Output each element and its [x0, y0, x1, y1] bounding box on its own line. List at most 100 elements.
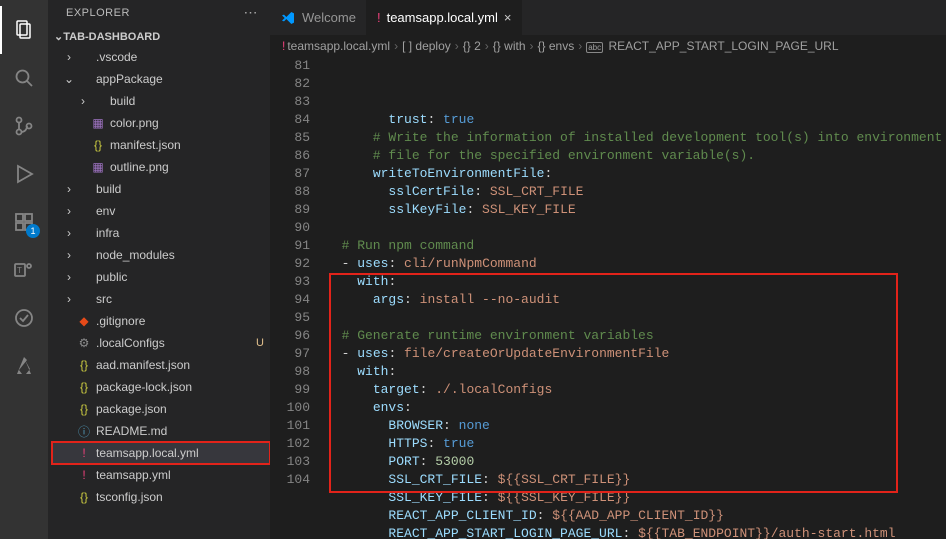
section-title[interactable]: ⌄ TAB-DASHBOARD	[48, 27, 270, 46]
chevron-icon: ›	[62, 226, 76, 240]
folder-icon	[76, 49, 92, 65]
azure-icon[interactable]	[0, 342, 48, 390]
extensions-icon[interactable]: 1	[0, 198, 48, 246]
tree-item[interactable]: ⚙ .localConfigsU	[52, 332, 270, 354]
tree-item[interactable]: ⓘ README.md	[52, 420, 270, 442]
chevron-icon: ⌄	[62, 72, 76, 86]
breadcrumb-item[interactable]: {} envs	[538, 39, 575, 53]
tree-item[interactable]: {}package.json	[52, 398, 270, 420]
tab-label: teamsapp.local.yml	[387, 10, 498, 25]
tree-label: env	[96, 204, 264, 218]
folder-icon	[76, 247, 92, 263]
modified-mark: U	[256, 337, 264, 349]
yml-icon: !	[76, 467, 92, 483]
img-icon: ▦	[90, 115, 106, 131]
tree-item[interactable]: ! teamsapp.yml	[52, 464, 270, 486]
tree-item[interactable]: › infra	[52, 222, 270, 244]
tree-label: manifest.json	[110, 138, 264, 152]
git-icon: ◆	[76, 313, 92, 329]
close-icon[interactable]: ×	[504, 10, 512, 25]
folder-icon	[76, 291, 92, 307]
tab[interactable]: Welcome	[270, 0, 367, 35]
badge: 1	[26, 224, 40, 238]
tree-label: build	[110, 94, 264, 108]
yml-icon: !	[377, 10, 381, 25]
explorer-icon[interactable]	[0, 6, 48, 54]
tree-item[interactable]: ›node_modules	[52, 244, 270, 266]
breadcrumb[interactable]: !teamsapp.local.yml›[ ] deploy›{} 2›{} w…	[270, 35, 946, 57]
tree-item[interactable]: {} manifest.json	[52, 134, 270, 156]
tree-label: build	[96, 182, 264, 196]
yml-icon: !	[282, 39, 285, 53]
tree-label: outline.png	[110, 160, 264, 174]
json-icon: {}	[76, 357, 92, 373]
tree-label: node_modules	[96, 248, 264, 262]
tree-item[interactable]: {} package-lock.json	[52, 376, 270, 398]
tree-label: teamsapp.local.yml	[96, 446, 264, 460]
chevron-icon: ›	[76, 94, 90, 108]
testing-icon[interactable]	[0, 294, 48, 342]
tree-item[interactable]: {}aad.manifest.json	[52, 354, 270, 376]
editor-group: Welcome!teamsapp.local.yml× !teamsapp.lo…	[270, 0, 946, 539]
tree-item[interactable]: {} tsconfig.json	[52, 486, 270, 508]
breadcrumb-item[interactable]: {} with	[493, 39, 526, 53]
source-control-icon[interactable]	[0, 102, 48, 150]
tree-label: teamsapp.yml	[96, 468, 264, 482]
folder-icon	[76, 181, 92, 197]
breadcrumb-item[interactable]: {} 2	[463, 39, 481, 53]
tree-label: appPackage	[96, 72, 264, 86]
chevron-icon: ›	[62, 204, 76, 218]
chevron-down-icon: ⌄	[54, 30, 63, 43]
breadcrumb-item[interactable]: [ ] deploy	[402, 39, 451, 53]
tree-label: infra	[96, 226, 264, 240]
tree-item[interactable]: ◆ .gitignore	[52, 310, 270, 332]
tree-label: .gitignore	[96, 314, 264, 328]
editor[interactable]: 8182838485868788899091929394959697989910…	[270, 57, 946, 539]
tree-item[interactable]: ▦ outline.png	[52, 156, 270, 178]
tree-label: tsconfig.json	[96, 490, 264, 504]
tree-label: public	[96, 270, 264, 284]
tree-label: .localConfigs	[96, 336, 254, 350]
img-icon: ▦	[90, 159, 106, 175]
md-icon: ⓘ	[76, 423, 92, 439]
tab[interactable]: ! teamsapp.local.yml ×	[367, 0, 523, 35]
teams-icon[interactable]: T	[0, 246, 48, 294]
yml-icon: !	[76, 445, 92, 461]
sidebar-title: EXPLORER	[66, 7, 130, 19]
json-icon: {}	[76, 379, 92, 395]
chevron-icon: ›	[62, 182, 76, 196]
json-icon: {}	[90, 137, 106, 153]
chevron-icon: ›	[62, 270, 76, 284]
folder-icon	[90, 93, 106, 109]
json-icon: {}	[76, 401, 92, 417]
tree-label: .vscode	[96, 50, 264, 64]
json-icon: {}	[76, 489, 92, 505]
tree-item[interactable]: ▦ color.png	[52, 112, 270, 134]
tab-label: Welcome	[302, 10, 356, 25]
tree-item[interactable]: › build	[52, 178, 270, 200]
tree-item[interactable]: › env	[52, 200, 270, 222]
search-icon[interactable]	[0, 54, 48, 102]
tree-item[interactable]: ›src	[52, 288, 270, 310]
tab-bar: Welcome! teamsapp.local.yml ×	[270, 0, 946, 35]
tree-label: README.md	[96, 424, 264, 438]
file-tree: ›.vscode⌄appPackage›build▦color.png{}man…	[48, 46, 270, 508]
breadcrumb-item[interactable]: abc REACT_APP_START_LOGIN_PAGE_URL	[586, 39, 838, 53]
run-debug-icon[interactable]	[0, 150, 48, 198]
tree-item[interactable]: › public	[52, 266, 270, 288]
tree-label: package-lock.json	[96, 380, 264, 394]
sidebar-header: EXPLORER ⋯	[48, 0, 270, 25]
tree-item[interactable]: ›.vscode	[52, 46, 270, 68]
breadcrumb-item[interactable]: !teamsapp.local.yml	[282, 39, 390, 53]
cfg-icon: ⚙	[76, 335, 92, 351]
tree-item[interactable]: ! teamsapp.local.yml	[52, 442, 270, 464]
tree-label: color.png	[110, 116, 264, 130]
folder-icon	[76, 269, 92, 285]
tree-label: src	[96, 292, 264, 306]
sidebar: EXPLORER ⋯ ⌄ TAB-DASHBOARD ›.vscode⌄appP…	[48, 0, 270, 539]
code-area[interactable]: trust: true # Write the information of i…	[326, 57, 946, 539]
folder-icon	[76, 71, 92, 87]
tree-item[interactable]: › build	[52, 90, 270, 112]
tree-item[interactable]: ⌄ appPackage	[52, 68, 270, 90]
more-icon[interactable]: ⋯	[244, 4, 259, 21]
